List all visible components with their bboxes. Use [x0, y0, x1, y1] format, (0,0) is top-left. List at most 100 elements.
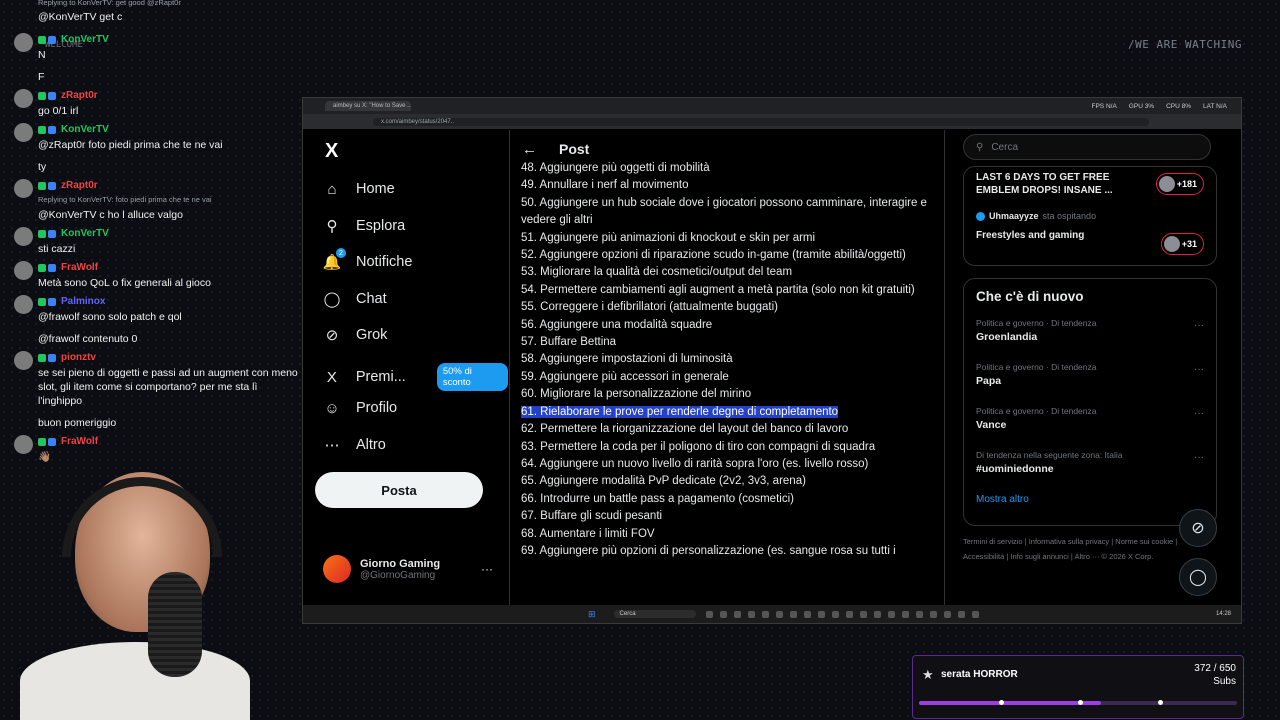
- more-options-icon[interactable]: ···: [1194, 408, 1204, 419]
- trend-topic: Groenlandia: [976, 331, 1038, 343]
- home-icon: ⌂: [323, 180, 341, 198]
- show-more-link[interactable]: Mostra altro: [976, 494, 1204, 505]
- nav-item-profilo[interactable]: ☺ Profilo: [323, 399, 397, 417]
- nav-label: Chat: [356, 291, 387, 307]
- badge-icon: [38, 230, 46, 238]
- chat-message: zRapt0r go 0/1 irl: [0, 89, 300, 118]
- avatar: [1158, 176, 1175, 192]
- post-button[interactable]: Posta: [315, 472, 483, 508]
- nav-item-grok[interactable]: ⊘ Grok: [323, 326, 388, 344]
- list-item: 55. Correggere i defibrillatori (attualm…: [521, 299, 936, 316]
- goal-progress-track: [919, 700, 1237, 705]
- live-spaces-card[interactable]: LAST 6 DAYS TO GET FREE EMBLEM DROPS! IN…: [963, 166, 1217, 266]
- nav-icon-glyph: ⋯: [324, 437, 340, 454]
- avatar: [14, 123, 33, 142]
- chat-user-line: FraWolf: [38, 261, 300, 275]
- taskbar-clock: 14:28: [1215, 611, 1231, 617]
- search-icon: ⚲: [976, 141, 984, 153]
- list-item-text: 67. Buffare gli scudi pesanti: [521, 510, 663, 523]
- listener-count-pill[interactable]: +181: [1155, 173, 1204, 195]
- listener-count: +31: [1181, 239, 1197, 249]
- live-title: LAST 6 DAYS TO GET FREE EMBLEM DROPS! IN…: [976, 172, 1113, 196]
- trend-meta: Di tendenza nella seguente zona: Italia: [976, 450, 1123, 460]
- chat-username[interactable]: KonVerTV: [61, 227, 109, 241]
- verified-icon: [976, 211, 985, 221]
- promo-badge[interactable]: 50% di sconto: [436, 363, 508, 391]
- badge-icon: [38, 126, 46, 134]
- chat-reply-context: Replying to KonVerTV: get good @zRapt0r: [38, 0, 181, 7]
- avatar: [14, 89, 33, 108]
- more-options-icon[interactable]: ···: [1194, 364, 1204, 375]
- listener-count: +181: [1176, 179, 1197, 189]
- list-item-text: 52. Aggiungere opzioni di riparazione sc…: [521, 249, 906, 262]
- chat-user-line: pionztv: [38, 351, 300, 365]
- badge-icon: [48, 264, 56, 272]
- list-item-text: 55. Correggere i defibrillatori (attualm…: [521, 301, 778, 314]
- chat-message-text: Metà sono QoL o fix generali al gioco: [38, 277, 211, 289]
- chat-username[interactable]: pionztv: [61, 351, 96, 365]
- badge-icon: [48, 230, 56, 238]
- chat-username[interactable]: FraWolf: [61, 435, 98, 449]
- list-item: 48. Aggiungere più oggetti di mobilità: [521, 160, 936, 177]
- more-options-icon[interactable]: ···: [1194, 320, 1204, 331]
- nav-icon-glyph: ◯: [323, 291, 341, 308]
- browser-tab[interactable]: aimbey su X: "How to Save ...: [325, 101, 411, 111]
- badge-icon: [48, 92, 56, 100]
- chat-message-text: F: [38, 71, 45, 83]
- nav-item-premi[interactable]: X Premi... 50% di sconto: [323, 363, 508, 391]
- badge-icon: [48, 36, 56, 44]
- chat-username[interactable]: zRapt0r: [61, 179, 98, 193]
- windows-start-icon[interactable]: ⊞: [588, 609, 596, 620]
- right-sidebar: ⚲ Cerca LAST 6 DAYS TO GET FREE EMBLEM D…: [963, 130, 1223, 605]
- more-icon[interactable]: ···: [481, 562, 493, 576]
- trend-meta: Politica e governo · Di tendenza: [976, 318, 1097, 328]
- avatar: [14, 227, 33, 246]
- chat-username[interactable]: KonVerTV: [61, 123, 109, 137]
- more-options-icon[interactable]: ···: [1194, 452, 1204, 463]
- messages-icon[interactable]: ◯: [1179, 558, 1217, 596]
- chat-message-text: @KonVerTV c ho l alluce valgo: [38, 209, 183, 221]
- trend-item[interactable]: Politica e governo · Di tendenza Papa ···: [976, 362, 1204, 387]
- footer-links[interactable]: Termini di servizio | Informativa sulla …: [963, 534, 1213, 564]
- nav-item-esplora[interactable]: ⚲ Esplora: [323, 217, 406, 235]
- back-arrow-icon[interactable]: ←: [522, 141, 537, 158]
- nav-item-altro[interactable]: ⋯ Altro: [323, 436, 386, 454]
- nav-item-home[interactable]: ⌂ Home: [323, 180, 395, 198]
- trend-item[interactable]: Politica e governo · Di tendenza Groenlan…: [976, 318, 1204, 343]
- grok-icon[interactable]: ⊘: [1179, 509, 1217, 547]
- trend-item[interactable]: Di tendenza nella seguente zona: Italia #…: [976, 450, 1204, 475]
- taskbar-apps[interactable]: [705, 610, 979, 618]
- list-item: 62. Permettere la riorganizzazione del l…: [521, 421, 936, 438]
- whats-new-heading: Che c'è di nuovo: [976, 289, 1084, 304]
- list-item-text: 51. Aggiungere più animazioni di knockou…: [521, 231, 816, 244]
- list-item-text: 62. Permettere la riorganizzazione del l…: [521, 423, 849, 436]
- account-switcher[interactable]: Giorno Gaming @GiornoGaming ···: [323, 555, 493, 583]
- x-logo[interactable]: X: [325, 140, 338, 163]
- person-icon: ☺: [323, 399, 341, 417]
- list-item: 64. Aggiungere un nuovo livello di rarit…: [521, 456, 936, 473]
- chat-reply-context: Replying to KonVerTV: foto piedi prima c…: [38, 195, 212, 204]
- avatar: [14, 261, 33, 280]
- chat-username[interactable]: KonVerTV: [61, 33, 109, 47]
- search-input[interactable]: ⚲ Cerca: [963, 134, 1211, 160]
- taskbar-search[interactable]: Cerca: [613, 610, 696, 618]
- list-item: 56. Aggiungere una modalità squadre: [521, 317, 936, 334]
- host-name: Uhmaayyze: [989, 211, 1039, 221]
- chat-username[interactable]: zRapt0r: [61, 89, 98, 103]
- chat-username[interactable]: Palminox: [61, 295, 105, 309]
- trend-topic: Vance: [976, 419, 1007, 431]
- url-input[interactable]: x.com/aimbey/status/2047..: [373, 117, 1149, 126]
- chat-message-text: @frawolf contenuto 0: [38, 333, 138, 345]
- listener-count-pill[interactable]: +31: [1160, 233, 1204, 255]
- trend-item[interactable]: Politica e governo · Di tendenza Vance ···: [976, 406, 1204, 431]
- badge-icon: [48, 182, 56, 190]
- nav-item-notifiche[interactable]: 🔔 2 Notifiche: [323, 248, 412, 271]
- list-item-text: 57. Buffare Bettina: [521, 336, 617, 349]
- chat-username[interactable]: FraWolf: [61, 261, 98, 275]
- nav-item-chat[interactable]: ◯ Chat: [323, 290, 387, 308]
- goal-progress-fill: [919, 701, 1101, 705]
- browser-window: aimbey su X: "How to Save ... FPS N/A GP…: [302, 97, 1242, 624]
- chat-message-text: @frawolf sono solo patch e qol: [38, 311, 182, 323]
- avatar: [14, 179, 33, 198]
- nav-label: Home: [356, 181, 395, 197]
